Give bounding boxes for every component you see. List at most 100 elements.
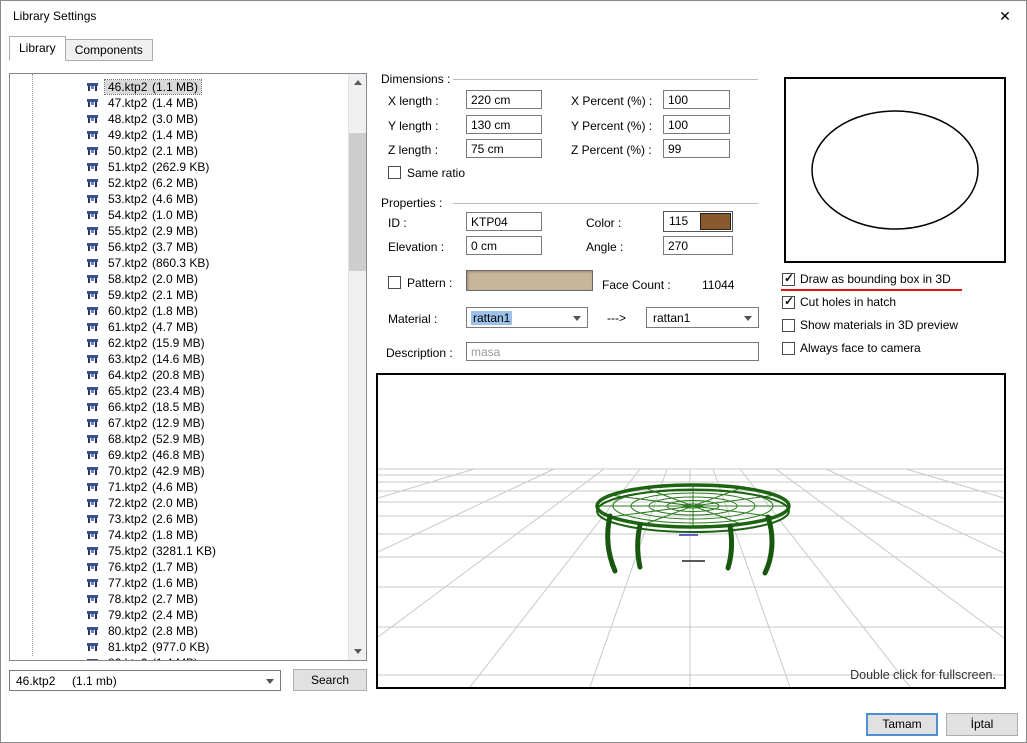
y-percent-input[interactable]	[663, 115, 730, 134]
file-name: 78.ktp2	[108, 592, 152, 606]
file-name: 75.ktp2	[108, 544, 152, 558]
material-source-combo[interactable]: rattan1	[466, 307, 588, 328]
list-item[interactable]: 76.ktp2(1.7 MB)	[10, 559, 349, 575]
list-item[interactable]: 66.ktp2(18.5 MB)	[10, 399, 349, 415]
furniture-icon	[86, 385, 99, 397]
furniture-icon	[86, 481, 99, 493]
scrollbar[interactable]	[348, 74, 366, 660]
list-item[interactable]: 81.ktp2(977.0 KB)	[10, 639, 349, 655]
chevron-down-icon	[266, 679, 274, 684]
tab-library[interactable]: Library	[9, 36, 66, 61]
3d-viewport[interactable]: Double click for fullscreen.	[376, 373, 1006, 689]
chevron-down-icon	[744, 316, 752, 321]
file-name: 59.ktp2	[108, 288, 152, 302]
list-item[interactable]: 47.ktp2(1.4 MB)	[10, 95, 349, 111]
list-item[interactable]: 50.ktp2(2.1 MB)	[10, 143, 349, 159]
ok-button[interactable]: Tamam	[866, 713, 938, 736]
list-item[interactable]: 72.ktp2(2.0 MB)	[10, 495, 349, 511]
list-item[interactable]: 69.ktp2(46.8 MB)	[10, 447, 349, 463]
furniture-icon	[86, 433, 99, 445]
same-ratio-label: Same ratio	[407, 166, 465, 180]
list-item[interactable]: 79.ktp2(2.4 MB)	[10, 607, 349, 623]
file-size: (2.7 MB)	[152, 592, 198, 606]
material-target-combo[interactable]: rattan1	[646, 307, 759, 328]
list-item[interactable]: 73.ktp2(2.6 MB)	[10, 511, 349, 527]
id-input[interactable]	[466, 212, 542, 231]
list-item[interactable]: 55.ktp2(2.9 MB)	[10, 223, 349, 239]
file-size: (1.0 MB)	[152, 208, 198, 222]
checkbox[interactable]	[782, 296, 795, 309]
preview-option[interactable]: Always face to camera	[782, 341, 958, 355]
preview-option-label: Show materials in 3D preview	[800, 318, 958, 332]
checkbox[interactable]	[782, 273, 795, 286]
file-name: 80.ktp2	[108, 624, 152, 638]
angle-input[interactable]	[663, 236, 733, 255]
face-count-label: Face Count :	[602, 278, 671, 292]
list-item[interactable]: 49.ktp2(1.4 MB)	[10, 127, 349, 143]
y-length-input[interactable]	[466, 115, 542, 134]
preview-option[interactable]: Show materials in 3D preview	[782, 318, 958, 332]
list-item[interactable]: 51.ktp2(262.9 KB)	[10, 159, 349, 175]
list-item[interactable]: 62.ktp2(15.9 MB)	[10, 335, 349, 351]
list-item[interactable]: 68.ktp2(52.9 MB)	[10, 431, 349, 447]
file-select-combo[interactable]: 46.ktp2 (1.1 mb)	[9, 670, 281, 691]
file-size: (1.8 MB)	[152, 528, 198, 542]
scroll-up-icon[interactable]	[349, 74, 366, 91]
x-percent-input[interactable]	[663, 90, 730, 109]
pattern-swatch[interactable]	[466, 270, 593, 291]
file-combo-value: 46.ktp2 (1.1 mb)	[16, 674, 117, 688]
furniture-icon	[86, 353, 99, 365]
x-length-input[interactable]	[466, 90, 542, 109]
list-item[interactable]: 59.ktp2(2.1 MB)	[10, 287, 349, 303]
list-item[interactable]: 67.ktp2(12.9 MB)	[10, 415, 349, 431]
file-name: 46.ktp2	[108, 80, 152, 94]
list-item[interactable]: 61.ktp2(4.7 MB)	[10, 319, 349, 335]
list-item[interactable]: 71.ktp2(4.6 MB)	[10, 479, 349, 495]
file-name: 51.ktp2	[108, 160, 152, 174]
z-percent-input[interactable]	[663, 139, 730, 158]
list-item[interactable]: 54.ktp2(1.0 MB)	[10, 207, 349, 223]
list-item[interactable]: 57.ktp2(860.3 KB)	[10, 255, 349, 271]
list-item[interactable]: 56.ktp2(3.7 MB)	[10, 239, 349, 255]
list-item[interactable]: 82.ktp2(1.4 MB)	[10, 655, 349, 660]
z-length-input[interactable]	[466, 139, 542, 158]
file-size: (1.6 MB)	[152, 576, 198, 590]
list-item[interactable]: 77.ktp2(1.6 MB)	[10, 575, 349, 591]
tab-components[interactable]: Components	[65, 39, 153, 61]
checkbox[interactable]	[782, 342, 795, 355]
list-item[interactable]: 60.ktp2(1.8 MB)	[10, 303, 349, 319]
cancel-button[interactable]: İptal	[946, 713, 1018, 736]
description-input[interactable]	[466, 342, 759, 361]
list-item[interactable]: 75.ktp2(3281.1 KB)	[10, 543, 349, 559]
list-item[interactable]: 64.ktp2(20.8 MB)	[10, 367, 349, 383]
search-button[interactable]: Search	[293, 669, 367, 691]
list-item[interactable]: 46.ktp2(1.1 MB)	[10, 79, 349, 95]
file-name: 52.ktp2	[108, 176, 152, 190]
list-item[interactable]: 80.ktp2(2.8 MB)	[10, 623, 349, 639]
list-item[interactable]: 63.ktp2(14.6 MB)	[10, 351, 349, 367]
scroll-down-icon[interactable]	[349, 643, 366, 660]
furniture-icon	[86, 369, 99, 381]
list-item[interactable]: 48.ktp2(3.0 MB)	[10, 111, 349, 127]
same-ratio-checkbox[interactable]	[388, 166, 401, 179]
list-item[interactable]: 74.ktp2(1.8 MB)	[10, 527, 349, 543]
list-item[interactable]: 78.ktp2(2.7 MB)	[10, 591, 349, 607]
scrollbar-thumb[interactable]	[349, 133, 366, 271]
preview-option[interactable]: Cut holes in hatch	[782, 295, 958, 309]
elevation-input[interactable]	[466, 236, 542, 255]
furniture-icon	[86, 113, 99, 125]
list-item[interactable]: 65.ktp2(23.4 MB)	[10, 383, 349, 399]
file-size: (15.9 MB)	[152, 336, 205, 350]
list-item[interactable]: 53.ktp2(4.6 MB)	[10, 191, 349, 207]
close-icon[interactable]: ✕	[992, 5, 1018, 27]
list-item[interactable]: 58.ktp2(2.0 MB)	[10, 271, 349, 287]
list-item[interactable]: 52.ktp2(6.2 MB)	[10, 175, 349, 191]
library-settings-dialog: Library Settings ✕ Library Components 46…	[0, 0, 1027, 743]
checkbox[interactable]	[782, 319, 795, 332]
pattern-checkbox[interactable]	[388, 276, 401, 289]
file-list-rows: 46.ktp2(1.1 MB) 47.ktp2(1.4 MB) 48.ktp2(…	[10, 79, 349, 660]
file-name: 47.ktp2	[108, 96, 152, 110]
list-item[interactable]: 70.ktp2(42.9 MB)	[10, 463, 349, 479]
color-picker[interactable]: 115	[663, 211, 733, 232]
preview-option[interactable]: Draw as bounding box in 3D	[782, 272, 958, 286]
